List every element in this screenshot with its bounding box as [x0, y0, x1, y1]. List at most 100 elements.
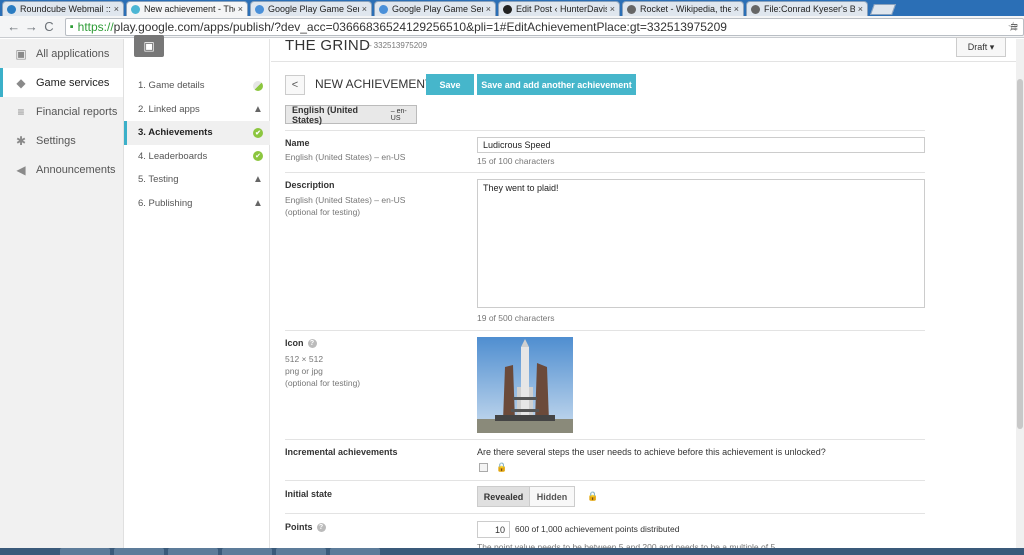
name-counter: 15 of 100 characters: [477, 156, 555, 166]
tab-close-icon[interactable]: ×: [734, 4, 739, 14]
app-android-icon: ▣: [134, 35, 164, 57]
description-optional: (optional for testing): [285, 207, 361, 217]
browser-tab[interactable]: Google Play Game Service×: [250, 1, 372, 16]
step-label: 3. Achievements: [138, 127, 213, 139]
step-item[interactable]: 6. Publishing ▲: [124, 192, 270, 216]
taskbar-item[interactable]: [276, 548, 326, 555]
icon-label-text: Icon: [285, 338, 304, 348]
step-label: 6. Publishing: [138, 197, 193, 209]
taskbar-item[interactable]: [60, 548, 110, 555]
nav-item-label: All applications: [36, 47, 110, 60]
achievement-icon-image[interactable]: [477, 337, 573, 433]
tab-close-icon[interactable]: ×: [362, 4, 367, 14]
tab-title: Google Play Game Service: [392, 4, 483, 14]
check-icon: ✔: [253, 151, 263, 162]
coins-icon: ≡: [17, 104, 25, 119]
icon-format: png or jpg: [285, 366, 323, 376]
tab-close-icon[interactable]: ×: [238, 4, 243, 14]
scrollbar-thumb[interactable]: [1017, 79, 1023, 429]
help-icon[interactable]: ?: [316, 523, 326, 533]
browser-tab[interactable]: Rocket - Wikipedia, the fr ×: [622, 1, 744, 16]
points-label: Points?: [285, 522, 326, 533]
save-button[interactable]: Save: [426, 74, 474, 95]
scrollbar[interactable]: [1016, 39, 1024, 555]
tab-close-icon[interactable]: ×: [610, 4, 615, 14]
step-label: 2. Linked apps: [138, 103, 200, 115]
os-taskbar: [0, 548, 1024, 555]
browser-tab[interactable]: File:Conrad Kyeser's Bellif×: [746, 1, 868, 16]
browser-menu-icon[interactable]: ≡: [1010, 19, 1018, 34]
name-label: Name: [285, 138, 310, 148]
forward-arrow-icon[interactable]: →: [24, 19, 40, 34]
incremental-checkbox[interactable]: [479, 463, 488, 472]
revealed-option[interactable]: Revealed: [478, 487, 530, 506]
tab-close-icon[interactable]: ×: [486, 4, 491, 14]
save-and-add-button[interactable]: Save and add another achievement: [477, 74, 636, 95]
reload-icon[interactable]: C: [41, 19, 57, 34]
step-label: 5. Testing: [138, 174, 179, 186]
nav-item-label: Financial reports: [36, 105, 118, 118]
tab-favicon-icon: [255, 4, 264, 14]
left-navigation: ▣ All applications ◆ Game services ≡ Financia…: [0, 39, 124, 555]
language-selector[interactable]: English (United States) – en-US: [285, 104, 417, 125]
new-tab-button[interactable]: [869, 4, 897, 15]
warning-icon: ▲: [253, 197, 263, 209]
tab-close-icon[interactable]: ×: [858, 4, 863, 14]
nav-item-financial-reports[interactable]: ≡ Financial reports: [0, 97, 123, 126]
step-navigation: ▣ 1. Game details 2. Linked apps ▲ 3. Achie…: [124, 35, 270, 555]
nav-item-all-applications[interactable]: ▣ All applications: [0, 39, 123, 68]
step-item[interactable]: 3. Achievements ✔: [124, 121, 270, 145]
main-content: THE GRIND – 332513975209 Draft ▾ < NEW A…: [271, 37, 1024, 555]
nav-item-game-services[interactable]: ◆ Game services: [0, 68, 123, 97]
draft-status-dropdown[interactable]: Draft ▾: [956, 37, 1006, 57]
browser-tab[interactable]: Roundcube Webmail :: Inb×: [2, 1, 124, 16]
divider: [285, 439, 925, 440]
divider: [285, 480, 925, 481]
name-input[interactable]: [477, 137, 925, 153]
warning-icon: ▲: [253, 103, 263, 115]
tab-title: Rocket - Wikipedia, the fr: [640, 4, 731, 14]
taskbar-item[interactable]: [330, 548, 380, 555]
partial-progress-icon: [253, 80, 263, 91]
step-item[interactable]: 1. Game details: [124, 74, 270, 98]
taskbar-item[interactable]: [114, 548, 164, 555]
browser-tab[interactable]: Edit Post ‹ HunterDavis.co×: [498, 1, 620, 16]
warning-icon: ▲: [253, 174, 263, 186]
tab-title: Roundcube Webmail :: Inb: [20, 4, 111, 14]
step-item[interactable]: 4. Leaderboards ✔: [124, 145, 270, 169]
points-input[interactable]: 10: [477, 521, 510, 538]
title-divider: [271, 61, 1016, 62]
browser-tab[interactable]: Google Play Game Service×: [374, 1, 496, 16]
url-scheme: https://: [77, 19, 114, 34]
back-arrow-icon[interactable]: ←: [6, 19, 22, 34]
tab-favicon-icon: [379, 4, 388, 14]
taskbar-item[interactable]: [222, 548, 272, 555]
step-label: 4. Leaderboards: [138, 150, 208, 162]
nav-item-announcements[interactable]: ◀ Announcements: [0, 155, 123, 184]
step-item[interactable]: 2. Linked apps ▲: [124, 98, 270, 122]
tab-favicon-icon: [503, 4, 512, 14]
nav-item-settings[interactable]: ✱ Settings: [0, 126, 123, 155]
tab-favicon-icon: [7, 4, 16, 14]
nav-item-label: Announcements: [36, 163, 116, 176]
icon-optional: (optional for testing): [285, 378, 361, 388]
hidden-option[interactable]: Hidden: [530, 487, 574, 506]
tab-title: Edit Post ‹ HunterDavis.co: [516, 4, 607, 14]
step-item[interactable]: 5. Testing ▲: [124, 168, 270, 192]
tab-favicon-icon: [751, 4, 760, 14]
tab-close-icon[interactable]: ×: [114, 4, 119, 14]
language-label: English (United States): [292, 104, 358, 125]
initial-state-label: Initial state: [285, 489, 333, 499]
address-bar[interactable]: ▪ https://play.google.com/apps/publish/?…: [64, 17, 1024, 36]
browser-tab[interactable]: New achievement - The G×: [126, 1, 248, 16]
taskbar-item[interactable]: [168, 548, 218, 555]
tab-title: New achievement - The G: [144, 4, 235, 14]
divider: [285, 172, 925, 173]
points-label-text: Points: [285, 522, 313, 532]
description-textarea[interactable]: They went to plaid!: [477, 179, 925, 308]
help-icon[interactable]: ?: [307, 339, 317, 349]
points-distributed: 600 of 1,000 achievement points distribu…: [515, 524, 680, 534]
secure-lock-icon: ▪: [69, 20, 74, 33]
back-button[interactable]: <: [285, 75, 305, 95]
divider: [285, 513, 925, 514]
